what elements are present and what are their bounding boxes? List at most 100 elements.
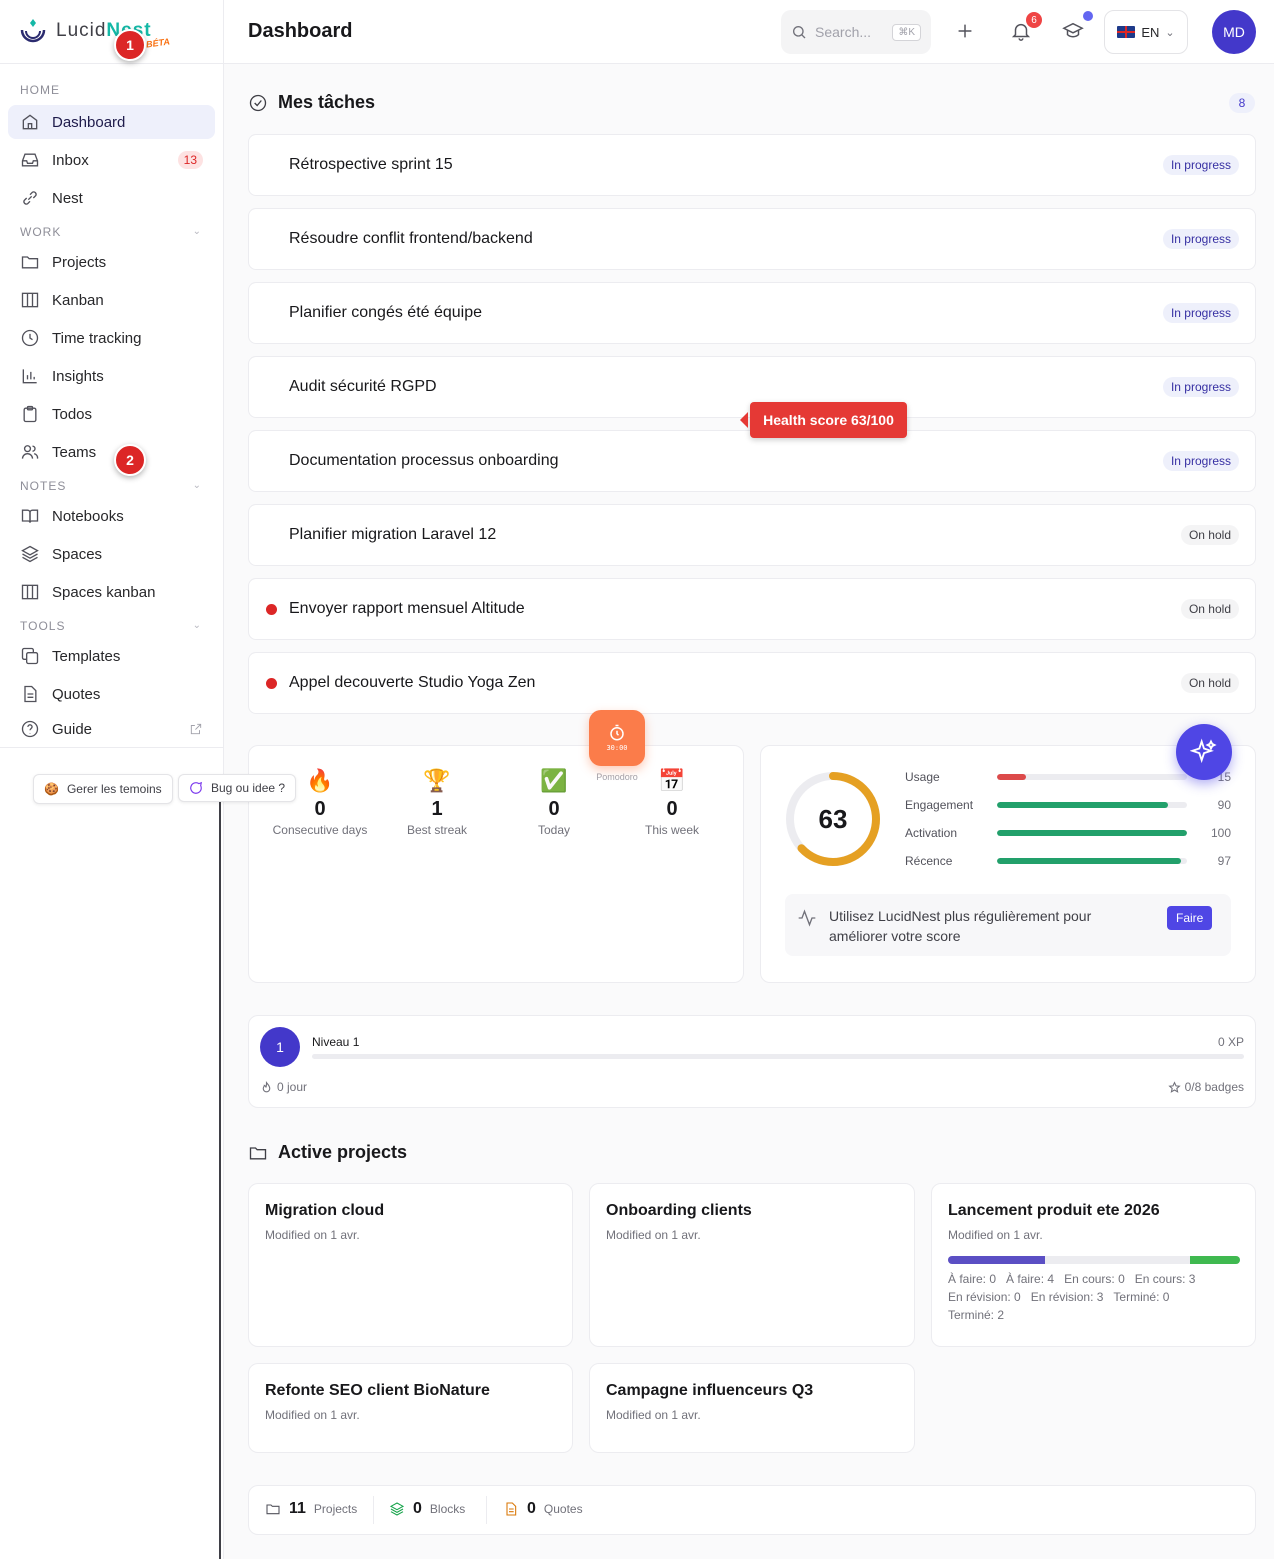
- project-name: Refonte SEO client BioNature: [265, 1382, 490, 1399]
- divider: [486, 1496, 487, 1524]
- copy-icon: [21, 647, 39, 665]
- stat-label: Consecutive days: [272, 823, 368, 837]
- graduation-cap-icon: [1062, 22, 1084, 38]
- annotation-marker-2: 2: [114, 444, 146, 476]
- project-card[interactable]: Refonte SEO client BioNature Modified on…: [248, 1363, 573, 1453]
- progress-segment-todo: [948, 1256, 1045, 1264]
- task-item[interactable]: Appel decouverte Studio Yoga Zen On hold: [248, 652, 1256, 714]
- stat-value: 0: [548, 798, 560, 820]
- summary-label: Blocks: [429, 1502, 466, 1516]
- status-badge: In progress: [1162, 303, 1239, 323]
- chevron-down-icon[interactable]: ⌄: [193, 620, 201, 631]
- projects-heading: Active projects: [248, 1142, 407, 1163]
- user-avatar[interactable]: MD: [1212, 10, 1256, 54]
- project-card[interactable]: Campagne influenceurs Q3 Modified on 1 a…: [589, 1363, 915, 1453]
- tasks-heading: Mes tâches: [248, 92, 375, 113]
- sidebar-item-guide[interactable]: Guide: [8, 712, 215, 746]
- legend-item: En cours: 3: [1134, 1272, 1196, 1286]
- chevron-down-icon[interactable]: ⌄: [193, 226, 201, 237]
- learning-indicator-dot: [1083, 11, 1093, 21]
- metric-value: 97: [1217, 854, 1231, 868]
- task-item[interactable]: Planifier migration Laravel 12 On hold: [248, 504, 1256, 566]
- metric-track: [997, 802, 1187, 808]
- learning-button[interactable]: [1062, 20, 1086, 44]
- clipboard-icon: [23, 405, 37, 423]
- task-item[interactable]: Documentation processus onboarding In pro…: [248, 430, 1256, 492]
- sidebar-item-time-tracking[interactable]: Time tracking: [8, 321, 215, 355]
- summary-blocks[interactable]: 0 Blocks: [389, 1500, 465, 1518]
- health-score-tooltip: Health score 63/100: [740, 402, 907, 438]
- sidebar-item-spaces-kanban[interactable]: Spaces kanban: [8, 575, 215, 609]
- sidebar-item-todos[interactable]: Todos: [8, 397, 215, 431]
- task-title: Documentation processus onboarding: [289, 452, 559, 469]
- status-badge: In progress: [1162, 377, 1239, 397]
- notification-count-badge: 6: [1026, 12, 1042, 28]
- sidebar-item-nest[interactable]: Nest: [8, 181, 215, 215]
- sparkles-icon: [1190, 738, 1217, 764]
- project-card[interactable]: Lancement produit ete 2026 Modified on 1…: [931, 1183, 1256, 1347]
- summary-quotes[interactable]: 0 Quotes: [503, 1500, 583, 1518]
- file-text-icon: [24, 685, 37, 703]
- level-days: 0 jour: [260, 1080, 307, 1094]
- metric-recence: Récence 97: [905, 852, 1235, 872]
- sidebar-item-label: Spaces kanban: [52, 583, 156, 601]
- sidebar-item-projects[interactable]: Projects: [8, 245, 215, 279]
- uk-flag-icon: [1117, 26, 1136, 38]
- status-badge: On hold: [1180, 525, 1239, 545]
- stat-label: Today: [537, 823, 571, 837]
- search-input[interactable]: Search... ⌘K: [781, 10, 931, 54]
- task-item[interactable]: Envoyer rapport mensuel Altitude On hold: [248, 578, 1256, 640]
- tasks-count-badge: 8: [1229, 93, 1255, 113]
- sidebar-item-notebooks[interactable]: Notebooks: [8, 499, 215, 533]
- legend-item: En cours: 0: [1064, 1272, 1125, 1286]
- cookie-settings-label: Gerer les temoins: [66, 782, 162, 796]
- task-item[interactable]: Résoudre conflit frontend/backend In prog…: [248, 208, 1256, 270]
- metric-value: 100: [1210, 826, 1231, 840]
- sidebar-item-label: Inbox: [52, 151, 89, 169]
- sidebar-item-teams[interactable]: Teams: [8, 435, 215, 469]
- feedback-button[interactable]: Bug ou idee ?: [178, 774, 297, 802]
- chevron-down-icon[interactable]: ⌄: [193, 480, 201, 491]
- health-tip-action-button[interactable]: Faire: [1167, 906, 1213, 930]
- sidebar-item-inbox[interactable]: Inbox 13: [8, 143, 215, 177]
- sidebar-item-insights[interactable]: Insights: [8, 359, 215, 393]
- level-card: [248, 1015, 1256, 1108]
- progress-segment-done: [1190, 1256, 1240, 1264]
- task-item[interactable]: Planifier congés été équipe In progress: [248, 282, 1256, 344]
- sidebar-item-quotes[interactable]: Quotes: [8, 677, 215, 711]
- message-circle-icon: [190, 781, 203, 794]
- cookie-settings-button[interactable]: 🍪 Gerer les temoins: [33, 774, 173, 804]
- legend-item: À faire: 0: [948, 1272, 997, 1286]
- sidebar-item-dashboard[interactable]: Dashboard: [8, 105, 215, 139]
- stat-label: Best streak: [406, 823, 468, 837]
- sidebar-item-kanban[interactable]: Kanban: [8, 283, 215, 317]
- search-placeholder: Search...: [815, 24, 872, 40]
- page-title: Dashboard: [248, 20, 353, 42]
- status-badge: In progress: [1162, 451, 1239, 471]
- metric-track: [997, 830, 1187, 836]
- add-button[interactable]: [954, 20, 978, 44]
- folder-icon: [266, 1504, 280, 1515]
- sidebar-item-label: Templates: [52, 647, 121, 665]
- project-modified: Modified on 1 avr.: [265, 1228, 360, 1242]
- task-title: Planifier congés été équipe: [289, 304, 483, 321]
- feedback-label: Bug ou idee ?: [211, 781, 286, 795]
- health-tip: Utilisez LucidNest plus régulièrement po…: [785, 894, 1231, 956]
- language-select[interactable]: EN ⌄: [1104, 10, 1188, 54]
- ai-assistant-button[interactable]: [1176, 724, 1232, 780]
- project-card[interactable]: Onboarding clients Modified on 1 avr.: [589, 1183, 915, 1347]
- sidebar-item-spaces[interactable]: Spaces: [8, 537, 215, 571]
- task-item[interactable]: Rétrospective sprint 15 In progress: [248, 134, 1256, 196]
- annotation-marker-1: 1: [114, 29, 146, 61]
- metric-fill: [997, 802, 1168, 808]
- project-card[interactable]: Migration cloud Modified on 1 avr.: [248, 1183, 573, 1347]
- task-title: Appel decouverte Studio Yoga Zen: [289, 674, 536, 691]
- sidebar-item-label: Insights: [52, 367, 104, 385]
- brand-name-part1: Lucid: [56, 20, 107, 41]
- summary-value: 0: [527, 1500, 536, 1517]
- language-label: EN: [1141, 24, 1160, 40]
- summary-projects[interactable]: 11 Projects: [265, 1500, 357, 1518]
- pomodoro-button[interactable]: 30:00: [589, 710, 645, 766]
- sidebar-item-templates[interactable]: Templates: [8, 639, 215, 673]
- lucidnest-logo-icon: [20, 19, 46, 43]
